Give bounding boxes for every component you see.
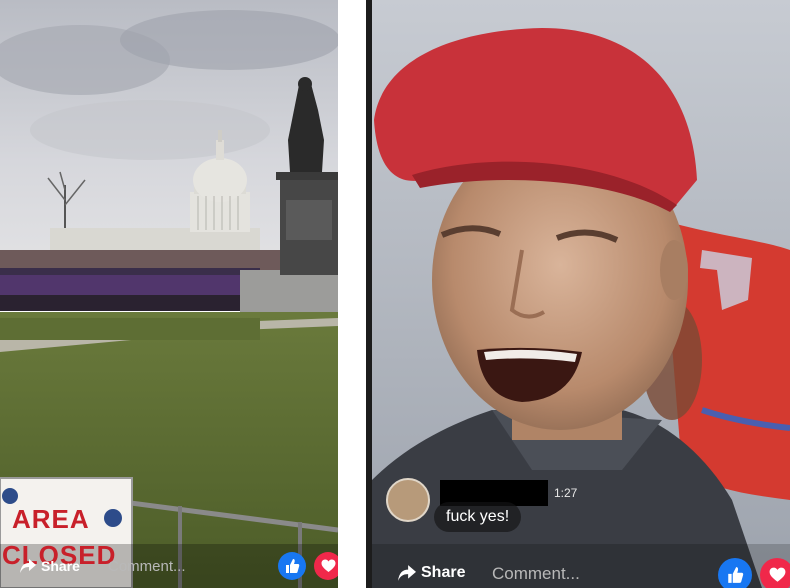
capitol-scene	[0, 0, 338, 588]
love-icon[interactable]	[760, 558, 790, 588]
right-share-button[interactable]: Share	[398, 564, 465, 582]
right-comment-input[interactable]: Comment...	[492, 564, 692, 584]
comment-text: fuck yes!	[434, 502, 522, 532]
left-livestream-video[interactable]: AREA CLOSED Share Comment...	[0, 0, 338, 588]
left-share-label: Share	[41, 558, 80, 574]
right-share-label: Share	[421, 564, 466, 581]
commenter-avatar	[386, 478, 430, 522]
like-icon[interactable]	[278, 552, 306, 580]
left-action-bar: Share Comment...	[0, 544, 338, 588]
like-icon[interactable]	[718, 558, 752, 588]
comment-timestamp: 1:27	[554, 486, 578, 500]
love-icon[interactable]	[314, 552, 338, 580]
right-livestream-video[interactable]: 1:27 fuck yes! Share Comment...	[372, 0, 790, 588]
share-arrow-icon	[20, 559, 36, 573]
crowd	[0, 268, 260, 311]
left-comment-input[interactable]: Comment...	[108, 558, 186, 575]
selfie-scene	[372, 0, 790, 588]
right-action-bar: Share Comment...	[372, 544, 790, 588]
share-arrow-icon	[398, 565, 416, 581]
left-share-button[interactable]: Share	[20, 558, 80, 574]
sign-line-area: AREA	[12, 504, 90, 534]
